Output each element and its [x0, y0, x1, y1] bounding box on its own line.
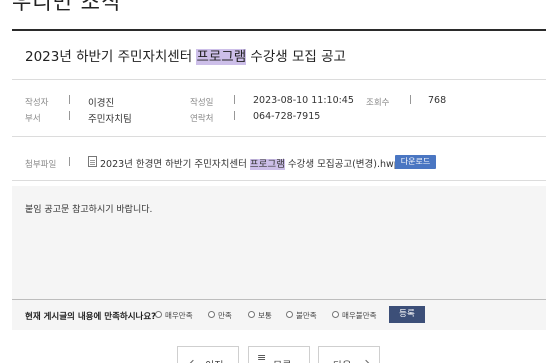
radio-very-unsatisfied[interactable]	[332, 311, 339, 318]
file-icon	[88, 156, 97, 167]
separator: |	[409, 95, 413, 105]
post-title: 2023년 하반기 주민자치센터 프로그램 수강생 모집 공고	[25, 45, 346, 65]
separator: |	[68, 157, 72, 167]
post-title-suffix: 수강생 모집 공고	[246, 49, 346, 65]
date-value: 2023-08-10 11:10:45	[253, 95, 354, 106]
radio-very-satisfied[interactable]	[155, 311, 162, 318]
attachment-name-highlight: 프로그램	[249, 159, 285, 170]
title-divider	[12, 29, 546, 31]
survey-question: 현재 게시글의 내용에 만족하시나요?	[25, 312, 157, 322]
post-body-text: 붙임 공고문 참고하시기 바랍니다.	[25, 205, 153, 215]
dept-label: 부서	[25, 114, 41, 124]
next-label: 다음	[333, 357, 351, 363]
survey-submit-button[interactable]: 등록	[389, 306, 425, 323]
radio-label: 매우만족	[165, 311, 193, 320]
next-button[interactable]: 다음	[318, 346, 380, 363]
separator: |	[233, 111, 237, 121]
radio-label: 매우불만족	[342, 311, 377, 320]
separator: |	[68, 111, 72, 121]
radio-label: 만족	[218, 311, 232, 320]
post-title-prefix: 2023년 하반기 주민자치센터	[25, 49, 197, 65]
list-icon: ≡	[257, 351, 267, 363]
attachment-name-suffix: 수강생 모집공고(변경).hwp	[284, 159, 400, 170]
views-value: 768	[428, 95, 447, 106]
header-divider	[12, 79, 546, 80]
radio-unsatisfied[interactable]	[286, 311, 293, 318]
prev-button[interactable]: 이전	[177, 346, 239, 363]
radio-label: 보통	[258, 311, 272, 320]
radio-label: 불만족	[296, 311, 317, 320]
contact-value: 064-728-7915	[253, 111, 321, 122]
attachment-name-prefix: 2023년 한경면 하반기 주민자치센터	[100, 159, 250, 170]
attachment-file-link[interactable]: 2023년 한경면 하반기 주민자치센터 프로그램 수강생 모집공고(변경).h…	[100, 156, 400, 170]
list-label: 목록	[273, 357, 291, 363]
author-label: 작성자	[25, 98, 49, 108]
radio-satisfied[interactable]	[208, 311, 215, 318]
date-label: 작성일	[190, 98, 214, 108]
dept-value: 주민자치팀	[88, 114, 132, 125]
separator: |	[233, 95, 237, 105]
page-section-title: 우리면 조직	[12, 0, 122, 14]
attachment-label: 첨부파일	[25, 160, 57, 170]
post-title-highlight: 프로그램	[196, 49, 247, 65]
radio-neutral[interactable]	[248, 311, 255, 318]
meta-divider	[12, 136, 546, 137]
contact-label: 연락처	[190, 114, 214, 124]
list-button[interactable]: ≡ 목록	[248, 346, 310, 363]
separator: |	[68, 95, 72, 105]
prev-label: 이전	[205, 357, 223, 363]
views-label: 조회수	[366, 98, 390, 108]
download-button[interactable]: 다운로드	[395, 155, 436, 169]
author-value: 이경진	[88, 98, 115, 109]
attachment-divider	[12, 180, 546, 181]
